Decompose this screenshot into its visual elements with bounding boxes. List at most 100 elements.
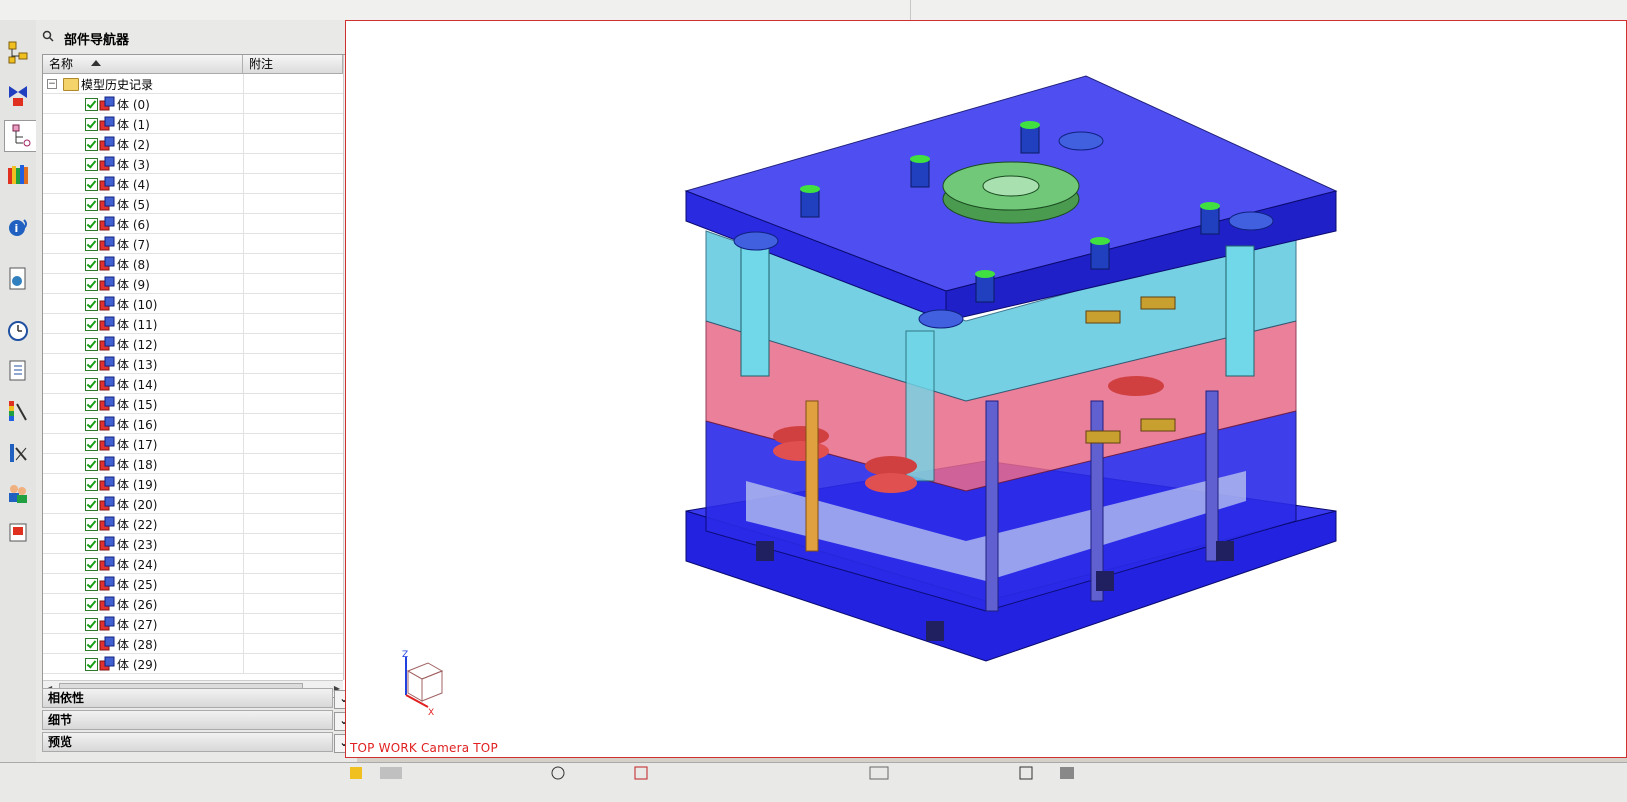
checkbox-checked-icon[interactable] <box>85 278 98 291</box>
tree-row[interactable]: 体 (18) <box>43 454 343 474</box>
tree-row[interactable]: 体 (8) <box>43 254 343 274</box>
bottom-toolbar <box>0 762 1627 802</box>
checkbox-checked-icon[interactable] <box>85 438 98 451</box>
history-icon[interactable] <box>5 316 31 346</box>
column-divider <box>243 594 244 614</box>
tree-row[interactable]: 体 (13) <box>43 354 343 374</box>
checkbox-checked-icon[interactable] <box>85 478 98 491</box>
checkbox-checked-icon[interactable] <box>85 658 98 671</box>
process-navigator-icon[interactable] <box>5 356 31 386</box>
tree-row[interactable]: 体 (29) <box>43 654 343 674</box>
tree-row[interactable]: 体 (17) <box>43 434 343 454</box>
checkbox-checked-icon[interactable] <box>85 198 98 211</box>
column-notes-header[interactable]: 附注 <box>243 55 343 73</box>
pin-icon[interactable] <box>42 30 54 46</box>
column-divider <box>243 414 244 434</box>
tree-row[interactable]: 体 (4) <box>43 174 343 194</box>
checkbox-checked-icon[interactable] <box>85 338 98 351</box>
tree-row[interactable]: 体 (14) <box>43 374 343 394</box>
checkbox-checked-icon[interactable] <box>85 238 98 251</box>
roles-icon[interactable] <box>5 478 31 508</box>
hd3d-tools-icon[interactable]: i <box>5 212 31 242</box>
checkbox-checked-icon[interactable] <box>85 178 98 191</box>
section-details[interactable]: 细节 ⌄ <box>42 710 354 731</box>
checkbox-checked-icon[interactable] <box>85 358 98 371</box>
checkbox-checked-icon[interactable] <box>85 118 98 131</box>
column-notes-label: 附注 <box>249 57 274 71</box>
checkbox-checked-icon[interactable] <box>85 418 98 431</box>
tree-row-label: 体 (14) <box>117 378 158 392</box>
tree-row[interactable]: 体 (10) <box>43 294 343 314</box>
tree-row[interactable]: 体 (22) <box>43 514 343 534</box>
web-browser-icon[interactable] <box>5 264 31 294</box>
collapse-icon[interactable]: − <box>47 79 57 89</box>
tree-row[interactable]: 体 (3) <box>43 154 343 174</box>
tree-row[interactable]: 体 (1) <box>43 114 343 134</box>
section-dependencies[interactable]: 相依性 ⌄ <box>42 688 354 709</box>
column-name-header[interactable]: 名称 <box>43 55 243 73</box>
checkbox-checked-icon[interactable] <box>85 138 98 151</box>
constraint-navigator-icon[interactable] <box>5 80 31 110</box>
tree-row[interactable]: 体 (20) <box>43 494 343 514</box>
checkbox-checked-icon[interactable] <box>85 518 98 531</box>
column-divider <box>243 534 244 554</box>
tree-row[interactable]: 体 (11) <box>43 314 343 334</box>
triad-z-label: Z <box>402 650 408 660</box>
tree-row[interactable]: 体 (19) <box>43 474 343 494</box>
view-status-label: TOP WORK Camera TOP <box>350 741 498 755</box>
tree-row[interactable]: 体 (0) <box>43 94 343 114</box>
section-preview-label: 预览 <box>48 735 73 749</box>
checkbox-checked-icon[interactable] <box>85 158 98 171</box>
tree-row[interactable]: 体 (28) <box>43 634 343 654</box>
checkbox-checked-icon[interactable] <box>85 558 98 571</box>
tree-row[interactable]: 体 (15) <box>43 394 343 414</box>
svg-text:i: i <box>15 222 19 235</box>
column-divider <box>243 174 244 194</box>
checkbox-checked-icon[interactable] <box>85 538 98 551</box>
checkbox-checked-icon[interactable] <box>85 378 98 391</box>
checkbox-checked-icon[interactable] <box>85 218 98 231</box>
tree-row[interactable]: 体 (7) <box>43 234 343 254</box>
section-preview[interactable]: 预览 ⌄ <box>42 732 354 753</box>
column-divider <box>243 94 244 114</box>
checkbox-checked-icon[interactable] <box>85 578 98 591</box>
tree-row-label: 体 (5) <box>117 198 150 212</box>
checkbox-checked-icon[interactable] <box>85 298 98 311</box>
checkbox-checked-icon[interactable] <box>85 258 98 271</box>
tree-row-label: 体 (28) <box>117 638 158 652</box>
toolbar-icons-strip[interactable] <box>350 766 1627 780</box>
checkbox-checked-icon[interactable] <box>85 638 98 651</box>
tree-row[interactable]: 体 (27) <box>43 614 343 634</box>
checkbox-checked-icon[interactable] <box>85 498 98 511</box>
system-materials-icon[interactable] <box>5 438 31 468</box>
tree-row[interactable]: 体 (16) <box>43 414 343 434</box>
tree-row[interactable]: 体 (12) <box>43 334 343 354</box>
tree-row[interactable]: 体 (24) <box>43 554 343 574</box>
solid-body-icon <box>99 516 115 531</box>
tree-root-row[interactable]: − 模型历史记录 <box>43 74 343 94</box>
graphics-viewport[interactable]: Z X TOP WORK Camera TOP <box>345 20 1627 758</box>
mold-assembly-model[interactable] <box>346 21 1626 757</box>
tree-row-label: 体 (15) <box>117 398 158 412</box>
tree-row[interactable]: 体 (26) <box>43 594 343 614</box>
view-triad-icon[interactable]: Z X <box>394 649 454 719</box>
checkbox-checked-icon[interactable] <box>85 618 98 631</box>
tree-row[interactable]: 体 (2) <box>43 134 343 154</box>
reuse-library-icon[interactable] <box>5 160 31 190</box>
checkbox-checked-icon[interactable] <box>85 98 98 111</box>
assembly-navigator-icon[interactable] <box>5 38 31 68</box>
tree-row[interactable]: 体 (6) <box>43 214 343 234</box>
tree-row[interactable]: 体 (25) <box>43 574 343 594</box>
part-navigator-panel: 部件导航器 名称 附注 − 模型历史记录 体 (0) 体 (1) 体 (2) 体 (3… <box>36 20 357 782</box>
solid-body-icon <box>99 436 115 451</box>
tree-row[interactable]: 体 (5) <box>43 194 343 214</box>
checkbox-checked-icon[interactable] <box>85 398 98 411</box>
checkbox-checked-icon[interactable] <box>85 598 98 611</box>
visualization-icon[interactable] <box>5 396 31 426</box>
tree-row[interactable]: 体 (9) <box>43 274 343 294</box>
tree-row[interactable]: 体 (23) <box>43 534 343 554</box>
part-navigator-icon[interactable] <box>4 120 36 152</box>
checkbox-checked-icon[interactable] <box>85 318 98 331</box>
system-scenes-icon[interactable] <box>5 518 31 548</box>
checkbox-checked-icon[interactable] <box>85 458 98 471</box>
